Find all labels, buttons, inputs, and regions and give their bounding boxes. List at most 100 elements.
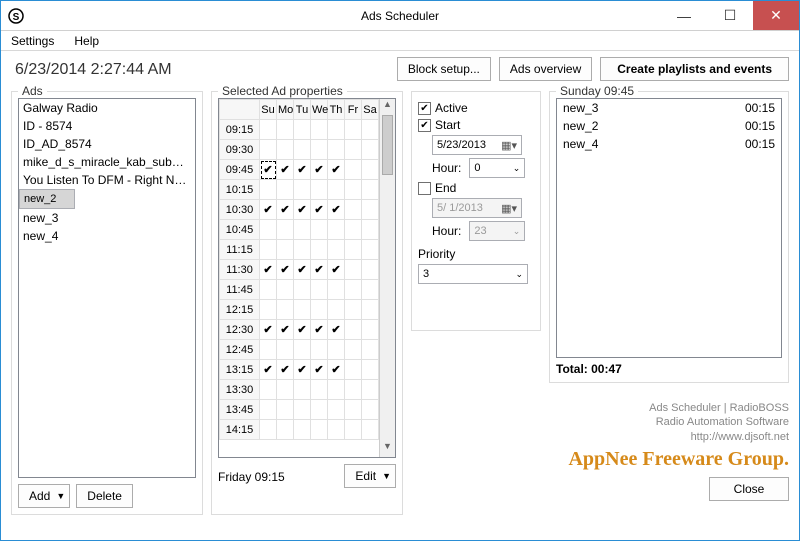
schedule-cell[interactable] — [277, 340, 294, 360]
schedule-cell[interactable] — [328, 380, 345, 400]
schedule-cell[interactable] — [328, 280, 345, 300]
delete-button[interactable]: Delete — [76, 484, 133, 508]
schedule-cell[interactable] — [277, 400, 294, 420]
schedule-cell[interactable] — [362, 400, 379, 420]
schedule-cell[interactable] — [345, 160, 362, 180]
schedule-cell[interactable] — [294, 280, 311, 300]
schedule-cell[interactable] — [345, 420, 362, 440]
schedule-cell[interactable] — [362, 160, 379, 180]
schedule-cell[interactable] — [345, 340, 362, 360]
schedule-cell[interactable] — [362, 320, 379, 340]
block-setup-button[interactable]: Block setup... — [397, 57, 491, 81]
schedule-cell[interactable] — [311, 300, 328, 320]
schedule-cell[interactable] — [345, 180, 362, 200]
schedule-cell[interactable] — [328, 360, 345, 380]
schedule-cell[interactable] — [362, 180, 379, 200]
schedule-cell[interactable] — [260, 240, 277, 260]
schedule-cell[interactable] — [311, 240, 328, 260]
schedule-cell[interactable] — [260, 160, 277, 180]
schedule-cell[interactable] — [294, 320, 311, 340]
schedule-cell[interactable] — [311, 160, 328, 180]
schedule-cell[interactable] — [345, 120, 362, 140]
schedule-cell[interactable] — [294, 300, 311, 320]
schedule-cell[interactable] — [260, 200, 277, 220]
ads-list-item[interactable]: You Listen To DFM - Right Now! — [19, 171, 195, 189]
start-date-input[interactable]: 5/23/2013 ▦▾ — [432, 135, 522, 155]
schedule-cell[interactable] — [362, 280, 379, 300]
schedule-cell[interactable] — [260, 340, 277, 360]
schedule-cell[interactable] — [260, 280, 277, 300]
schedule-cell[interactable] — [362, 360, 379, 380]
schedule-cell[interactable] — [328, 260, 345, 280]
schedule-cell[interactable] — [362, 260, 379, 280]
schedule-cell[interactable] — [345, 260, 362, 280]
schedule-cell[interactable] — [294, 120, 311, 140]
start-checkbox[interactable] — [418, 119, 431, 132]
ads-list-item[interactable]: Galway Radio — [19, 99, 195, 117]
ads-list-item[interactable]: ID_AD_8574 — [19, 135, 195, 153]
edit-button[interactable]: Edit▼ — [344, 464, 396, 488]
schedule-cell[interactable] — [260, 420, 277, 440]
schedule-cell[interactable] — [260, 120, 277, 140]
schedule-cell[interactable] — [362, 240, 379, 260]
schedule-cell[interactable] — [345, 400, 362, 420]
create-playlists-button[interactable]: Create playlists and events — [600, 57, 789, 81]
schedule-cell[interactable] — [345, 360, 362, 380]
schedule-cell[interactable] — [345, 140, 362, 160]
schedule-cell[interactable] — [362, 380, 379, 400]
schedule-cell[interactable] — [277, 220, 294, 240]
schedule-cell[interactable] — [311, 140, 328, 160]
ads-list-item[interactable]: mike_d_s_miracle_kab_submiss... — [19, 153, 195, 171]
schedule-cell[interactable] — [260, 400, 277, 420]
schedule-cell[interactable] — [328, 400, 345, 420]
scrollbar-thumb[interactable] — [382, 115, 393, 175]
schedule-cell[interactable] — [260, 220, 277, 240]
schedule-cell[interactable] — [328, 320, 345, 340]
schedule-cell[interactable] — [362, 200, 379, 220]
schedule-cell[interactable] — [294, 140, 311, 160]
close-window-button[interactable]: ✕ — [753, 1, 799, 30]
schedule-cell[interactable] — [294, 200, 311, 220]
close-button[interactable]: Close — [709, 477, 789, 501]
playlist-list[interactable]: new_300:15new_200:15new_400:15 — [556, 98, 782, 358]
start-hour-select[interactable]: 0⌄ — [469, 158, 525, 178]
schedule-cell[interactable] — [328, 140, 345, 160]
end-date-input[interactable]: 5/ 1/2013 ▦▾ — [432, 198, 522, 218]
schedule-cell[interactable] — [328, 340, 345, 360]
schedule-cell[interactable] — [260, 380, 277, 400]
schedule-cell[interactable] — [294, 360, 311, 380]
schedule-cell[interactable] — [311, 320, 328, 340]
schedule-cell[interactable] — [362, 140, 379, 160]
schedule-cell[interactable] — [345, 320, 362, 340]
schedule-cell[interactable] — [277, 300, 294, 320]
schedule-cell[interactable] — [277, 280, 294, 300]
schedule-cell[interactable] — [311, 200, 328, 220]
menu-help[interactable]: Help — [70, 32, 103, 50]
schedule-cell[interactable] — [311, 120, 328, 140]
schedule-cell[interactable] — [260, 140, 277, 160]
playlist-item[interactable]: new_400:15 — [557, 135, 781, 153]
schedule-cell[interactable] — [328, 180, 345, 200]
schedule-cell[interactable] — [277, 200, 294, 220]
scroll-down-icon[interactable]: ▼ — [380, 441, 395, 457]
schedule-cell[interactable] — [294, 340, 311, 360]
schedule-cell[interactable] — [277, 380, 294, 400]
schedule-cell[interactable] — [260, 360, 277, 380]
ads-list-item[interactable]: new_2 — [19, 189, 75, 209]
schedule-cell[interactable] — [345, 220, 362, 240]
schedule-cell[interactable] — [345, 240, 362, 260]
schedule-cell[interactable] — [260, 300, 277, 320]
schedule-cell[interactable] — [311, 260, 328, 280]
schedule-cell[interactable] — [294, 380, 311, 400]
schedule-cell[interactable] — [311, 280, 328, 300]
schedule-cell[interactable] — [328, 300, 345, 320]
schedule-cell[interactable] — [277, 120, 294, 140]
schedule-cell[interactable] — [362, 220, 379, 240]
schedule-cell[interactable] — [328, 120, 345, 140]
schedule-cell[interactable] — [277, 260, 294, 280]
schedule-cell[interactable] — [328, 160, 345, 180]
maximize-button[interactable]: ☐ — [707, 1, 753, 30]
schedule-cell[interactable] — [277, 180, 294, 200]
schedule-cell[interactable] — [260, 180, 277, 200]
schedule-cell[interactable] — [294, 260, 311, 280]
